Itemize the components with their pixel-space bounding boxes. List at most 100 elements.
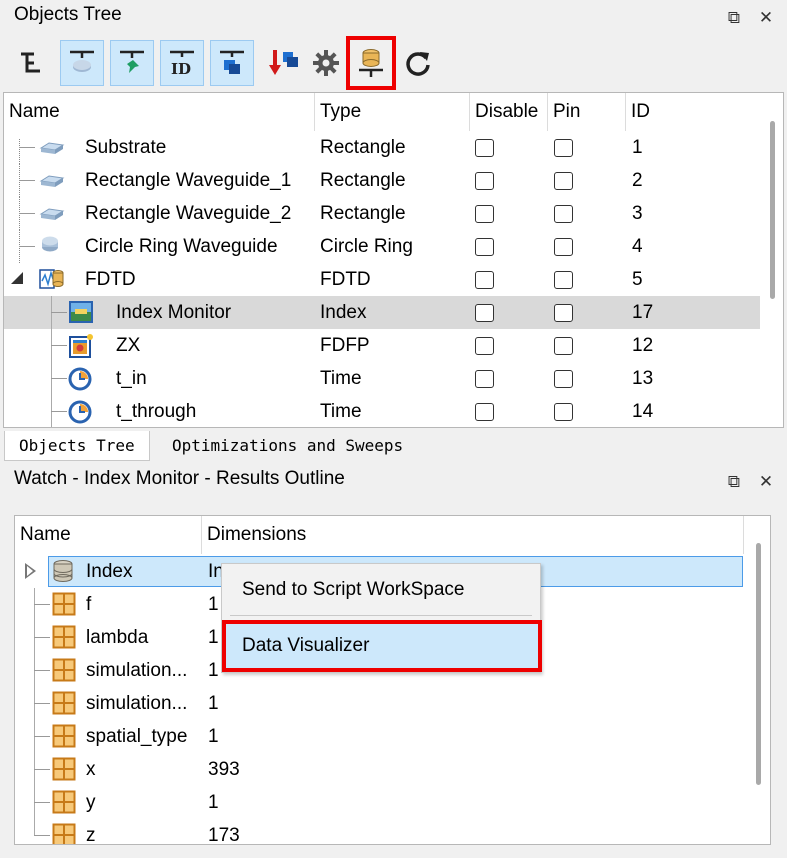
show-id-icon: ID (170, 50, 194, 78)
disable-checkbox[interactable] (475, 238, 494, 256)
gear-icon (313, 50, 339, 76)
pin-checkbox[interactable] (554, 271, 573, 289)
show-id-button[interactable]: ID (160, 40, 204, 86)
table-row[interactable]: x 393 (15, 753, 745, 786)
table-row[interactable]: Substrate Rectangle 1 (4, 131, 760, 164)
refresh-icon (406, 52, 430, 76)
watch-panel-title: Watch - Index Monitor - Results Outline (14, 468, 345, 489)
show-type-button[interactable] (210, 40, 254, 86)
object-name: Index Monitor (116, 302, 232, 323)
pin-checkbox[interactable] (554, 172, 573, 190)
pin-checkbox[interactable] (554, 238, 573, 256)
table-row[interactable]: y1 (15, 786, 745, 819)
results-table-header: Name Dimensions (15, 516, 770, 554)
tree-connector (4, 296, 74, 329)
table-row[interactable]: FDTD FDTD 5 (4, 263, 760, 296)
matrix-icon (52, 757, 76, 787)
disable-checkbox[interactable] (475, 205, 494, 223)
sort-icon (269, 50, 298, 75)
pin-checkbox[interactable] (554, 337, 573, 355)
object-id: 12 (632, 335, 654, 356)
object-name: Circle Ring Waveguide (85, 236, 278, 257)
table-row[interactable]: Circle Ring Waveguide Circle Ring 4 (4, 230, 760, 263)
rectangle-icon (39, 205, 65, 229)
tab-optimizations-and-sweeps[interactable]: Optimizations and Sweeps (158, 431, 417, 461)
col-id[interactable]: ID (626, 93, 760, 131)
table-row[interactable]: Rectangle Waveguide_2 Rectangle 3 (4, 197, 760, 230)
object-type: Circle Ring (320, 236, 413, 257)
table-row[interactable]: Index Monitor Index 17 (4, 296, 760, 329)
disable-checkbox[interactable] (475, 403, 494, 421)
show-geometry-button[interactable] (60, 40, 104, 86)
matrix-icon (52, 592, 76, 622)
tree-line (19, 147, 35, 148)
objects-scrollbar[interactable] (770, 121, 775, 299)
pin-checkbox[interactable] (554, 304, 573, 322)
object-name: FDTD (85, 269, 136, 290)
disable-checkbox[interactable] (475, 304, 494, 322)
col-dimensions[interactable]: Dimensions (202, 516, 744, 554)
results-outline-button[interactable] (346, 36, 396, 90)
result-dimensions: 1 (208, 792, 219, 813)
result-dimensions: 173 (208, 825, 240, 845)
close-icon[interactable]: ✕ (755, 7, 777, 29)
tree-line (19, 180, 35, 181)
col-type[interactable]: Type (315, 93, 470, 131)
objects-tree-title: Objects Tree (14, 4, 122, 25)
pin-checkbox[interactable] (554, 139, 573, 157)
tree-line (34, 637, 50, 638)
pin-checkbox[interactable] (554, 403, 573, 421)
table-row[interactable]: t_through Time 14 (4, 395, 760, 427)
object-type: Rectangle (320, 137, 406, 158)
tree-line (34, 802, 50, 803)
refresh-button[interactable] (396, 40, 440, 86)
tree-view-button[interactable] (8, 40, 52, 86)
pin-checkbox[interactable] (554, 370, 573, 388)
sort-button[interactable] (262, 40, 306, 86)
table-row[interactable]: spatial_type 1 (15, 720, 745, 753)
menu-separator (230, 615, 532, 616)
table-row[interactable]: z 173 (15, 819, 745, 845)
tree-line (34, 703, 50, 704)
expand-triangle-inner (27, 566, 33, 576)
col-disable[interactable]: Disable (470, 93, 548, 131)
menu-send-to-script-workspace[interactable]: Send to Script WorkSpace (222, 568, 540, 612)
tree-line (51, 378, 67, 379)
disable-checkbox[interactable] (475, 139, 494, 157)
collapse-triangle-icon[interactable] (11, 272, 23, 284)
time-monitor-icon (68, 399, 94, 427)
disable-checkbox[interactable] (475, 370, 494, 388)
settings-button[interactable] (304, 40, 348, 86)
table-row[interactable]: simulation... 1 (15, 687, 745, 720)
table-row[interactable]: ZX FDFP 12 (4, 329, 760, 362)
disable-checkbox[interactable] (475, 172, 494, 190)
results-scrollbar[interactable] (756, 543, 761, 785)
table-row[interactable]: t_in Time 13 (4, 362, 760, 395)
rectangle-icon (39, 172, 65, 196)
disable-checkbox[interactable] (475, 271, 494, 289)
col-name[interactable]: Name (4, 93, 315, 131)
show-pin-button[interactable] (110, 40, 154, 86)
pin-checkbox[interactable] (554, 205, 573, 223)
object-name: t_through (116, 401, 197, 422)
tree-connector (4, 395, 74, 427)
col-result-name[interactable]: Name (15, 516, 202, 554)
object-id: 17 (632, 302, 654, 323)
watch-close-icon[interactable]: ✕ (755, 471, 777, 493)
tree-line (19, 246, 35, 247)
object-id: 5 (632, 269, 643, 290)
table-row[interactable]: Rectangle Waveguide_1 Rectangle 2 (4, 164, 760, 197)
tab-objects-tree[interactable]: Objects Tree (4, 431, 150, 461)
fdfp-monitor-icon (68, 333, 94, 365)
col-pin[interactable]: Pin (548, 93, 626, 131)
object-id: 14 (632, 401, 654, 422)
context-menu: Send to Script WorkSpace Data Visualizer (221, 563, 542, 673)
rectangle-icon (39, 139, 65, 163)
result-dimensions: 1 (208, 693, 219, 714)
restore-icon[interactable]: ⧉ (723, 7, 745, 29)
tree-line (51, 411, 67, 412)
menu-data-visualizer[interactable]: Data Visualizer (222, 624, 540, 668)
disable-checkbox[interactable] (475, 337, 494, 355)
result-name: simulation... (86, 693, 188, 714)
watch-restore-icon[interactable]: ⧉ (723, 471, 745, 493)
